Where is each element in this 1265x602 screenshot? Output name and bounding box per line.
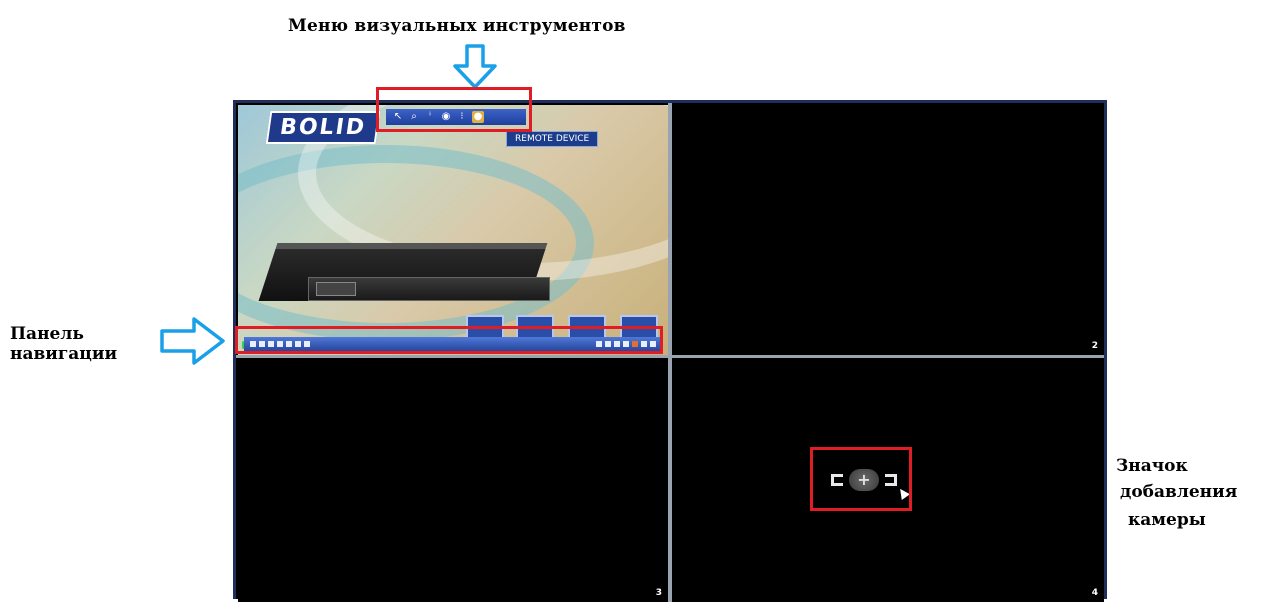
live-view-image: BOLID REMOTE DEVICE [238,105,668,355]
add-camera-caption-line3: камеры [1128,510,1206,530]
bolid-logo: BOLID [265,111,381,144]
arrow-down-icon [453,44,497,89]
tools-menu-caption: Меню визуальных инструментов [288,16,626,36]
remote-device-label: REMOTE DEVICE [506,131,599,147]
grid-divider-vertical [668,103,672,602]
arrow-right-icon [160,317,225,365]
channel-cell-1[interactable]: BOLID REMOTE DEVICE ↖ ⌕ ⁱ ◉ ⁝ ● [238,105,668,355]
channel-cell-2[interactable]: 2 [672,105,1104,355]
nav-panel-caption: Панель навигации [10,324,117,364]
channel-number: 2 [1091,341,1098,351]
dvr-badge [316,282,356,296]
highlight-nav-panel [235,326,663,354]
channel-number: 4 [1091,588,1098,598]
grid-divider-horizontal [236,355,1104,358]
nav-panel-caption-line1: Панель [10,324,84,344]
highlight-add-camera [810,447,912,511]
highlight-tools-menu [376,87,532,132]
nav-panel-caption-line2: навигации [10,344,118,364]
add-camera-caption: Значок добавления камеры [1116,456,1237,530]
channel-number: 3 [655,588,662,598]
add-camera-caption-line2: добавления [1120,482,1238,502]
channel-cell-3[interactable]: 3 [238,359,668,602]
add-camera-caption-line1: Значок [1116,456,1188,476]
